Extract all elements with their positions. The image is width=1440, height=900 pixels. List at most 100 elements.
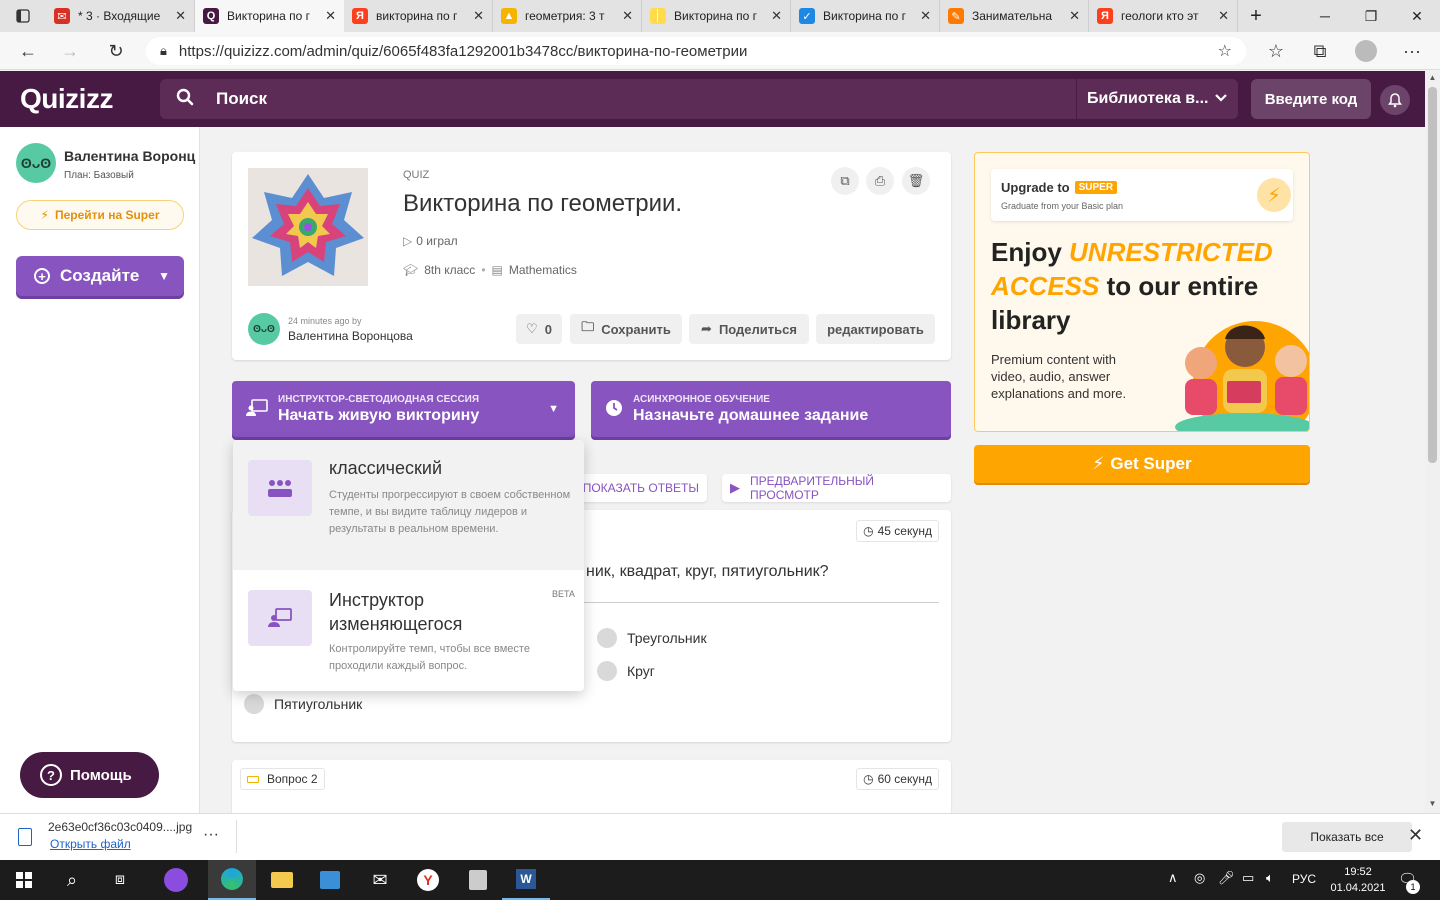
preview-label: ПРЕДВАРИТЕЛЬНЫЙ ПРОСМОТР xyxy=(750,474,874,502)
close-download-bar-icon[interactable]: ✕ xyxy=(1408,825,1423,846)
menu-dots-icon[interactable]: ··· xyxy=(1392,32,1432,70)
restore-button[interactable]: ❐ xyxy=(1348,0,1394,32)
question-timer-1[interactable]: ◷ 45 секунд xyxy=(856,520,939,542)
profile-icon[interactable] xyxy=(1346,32,1386,70)
author-avatar[interactable]: ʘᴗʘ xyxy=(248,313,280,345)
question-timer-2[interactable]: ◷ 60 секунд xyxy=(856,768,939,790)
windows-start-icon[interactable] xyxy=(0,860,48,900)
favorites-icon[interactable]: ☆ xyxy=(1256,32,1296,70)
yandex-browser-icon[interactable]: Y xyxy=(404,860,452,900)
mail-app-icon[interactable]: ✉ xyxy=(356,860,404,900)
file-explorer-icon[interactable] xyxy=(258,860,306,900)
get-super-button[interactable]: ⚡︎ Get Super xyxy=(974,445,1310,483)
tab-title: * 3 · Входящие xyxy=(78,9,161,23)
calculator-icon[interactable] xyxy=(454,860,502,900)
close-tab-icon[interactable]: ✕ xyxy=(1218,8,1229,24)
tab-actions-icon[interactable] xyxy=(0,0,46,32)
browser-tab[interactable]: ✓ Викторина по г ✕ xyxy=(791,0,940,32)
edge-browser-icon[interactable] xyxy=(208,860,256,900)
chevron-down-icon xyxy=(1214,90,1228,108)
browser-tab[interactable]: ▲ геометрия: 3 т ✕ xyxy=(493,0,642,32)
mode-instructor-paced[interactable]: Инструктор изменяющегося BETA Контролиру… xyxy=(233,570,584,691)
alice-assistant-icon[interactable] xyxy=(152,860,200,900)
close-tab-icon[interactable]: ✕ xyxy=(920,8,931,24)
taskbar-search-icon[interactable]: ⌕ xyxy=(48,860,96,900)
browser-tab[interactable]: Ягеологи кто эт ✕ xyxy=(1089,0,1238,32)
download-filename[interactable]: 2e63e0cf36c03c0409....jpg xyxy=(48,820,192,834)
tray-microphone-icon[interactable]: 🎤︎ xyxy=(1218,870,1235,886)
enter-code-button[interactable]: Введите код xyxy=(1251,79,1371,119)
preview-button[interactable]: ▶ ПРЕДВАРИТЕЛЬНЫЙ ПРОСМОТР xyxy=(722,474,951,502)
quizizz-logo[interactable]: Quizizz xyxy=(20,83,113,115)
new-tab-button[interactable]: + xyxy=(1238,0,1274,32)
show-all-downloads-button[interactable]: Показать все xyxy=(1282,822,1412,852)
close-tab-icon[interactable]: ✕ xyxy=(771,8,782,24)
word-icon[interactable]: W xyxy=(502,860,550,900)
like-button[interactable]: ♡ 0 xyxy=(516,314,562,344)
live-mode-dropdown: классический Студенты прогрессируют в св… xyxy=(233,440,584,691)
edit-button[interactable]: редактировать xyxy=(816,314,935,344)
back-button[interactable]: ← xyxy=(8,32,48,70)
mode-classic[interactable]: классический Студенты прогрессируют в св… xyxy=(233,440,584,570)
close-tab-icon[interactable]: ✕ xyxy=(473,8,484,24)
quiz-info-card: QUIZ Викторина по геометрии. ▷ 0 играл 🎓… xyxy=(232,152,951,360)
store-icon[interactable] xyxy=(306,860,354,900)
tray-volume-icon[interactable]: 🔈︎ xyxy=(1266,870,1274,886)
super-badge: SUPER xyxy=(1074,181,1118,194)
tray-display-icon[interactable]: ▭ xyxy=(1242,870,1254,886)
collections-icon[interactable]: ⧉ xyxy=(1300,32,1340,70)
assign-homework-button[interactable]: АСИНХРОННОЕ ОБУЧЕНИЕ Назначьте домашнее … xyxy=(591,381,951,437)
browser-tab[interactable]: │ Викторина по г ✕ xyxy=(642,0,791,32)
close-tab-icon[interactable]: ✕ xyxy=(175,8,186,24)
download-more-icon[interactable]: ··· xyxy=(203,826,219,844)
create-button[interactable]: + Создайте ▼ xyxy=(16,256,184,296)
tray-network-icon[interactable]: ◎ xyxy=(1194,870,1205,886)
notifications-bell-icon[interactable] xyxy=(1380,85,1410,115)
tab-title: геометрия: 3 т xyxy=(525,9,605,23)
print-button[interactable]: ⎙ xyxy=(866,167,894,195)
go-super-button[interactable]: ⚡︎ Перейти на Super xyxy=(16,200,184,230)
image-file-icon xyxy=(18,828,32,846)
library-select[interactable]: Библиотека в... xyxy=(1076,79,1238,119)
heart-icon: ♡ xyxy=(526,321,538,336)
tray-chevron-up-icon[interactable]: ∧ xyxy=(1168,870,1178,886)
browser-tab[interactable]: Явикторина по г ✕ xyxy=(344,0,493,32)
scroll-up-arrow-icon[interactable]: ▲ xyxy=(1425,71,1440,85)
task-view-icon[interactable]: ⧈ xyxy=(96,860,144,900)
close-tab-icon[interactable]: ✕ xyxy=(622,8,633,24)
duplicate-button[interactable]: ⧉ xyxy=(831,167,859,195)
author-name[interactable]: Валентина Воронцова xyxy=(288,329,413,343)
close-window-button[interactable]: ✕ xyxy=(1394,0,1440,32)
browser-tab[interactable]: ✎ Занимательна ✕ xyxy=(940,0,1089,32)
search-input[interactable]: Поиск xyxy=(216,89,267,109)
start-live-quiz-button[interactable]: ИНСТРУКТОР-СВЕТОДИОДНАЯ СЕССИЯ Начать жи… xyxy=(232,381,575,437)
page-scrollbar[interactable]: ▲ ▼ xyxy=(1425,71,1440,813)
refresh-button[interactable]: ↻ xyxy=(96,32,136,70)
delete-button[interactable]: 🗑︎ xyxy=(902,167,930,195)
tray-clock[interactable]: 19:52 01.04.2021 xyxy=(1330,864,1386,896)
option-label: Пятиугольник xyxy=(274,696,363,712)
help-button[interactable]: ? Помощь xyxy=(20,752,159,798)
minimize-button[interactable]: ─ xyxy=(1302,0,1348,32)
tray-language[interactable]: РУС xyxy=(1292,872,1316,886)
scroll-thumb[interactable] xyxy=(1428,87,1437,463)
quiz-plays-text: 0 играл xyxy=(416,234,458,248)
user-avatar[interactable]: ʘᴗʘ xyxy=(16,143,56,183)
browser-tab[interactable]: Q Викторина по г ✕ xyxy=(195,0,344,32)
favorite-star-icon[interactable]: ☆ xyxy=(1218,41,1232,61)
forward-button[interactable]: → xyxy=(50,32,90,70)
close-tab-icon[interactable]: ✕ xyxy=(1069,8,1080,24)
tray-time: 19:52 xyxy=(1344,866,1372,878)
open-file-link[interactable]: Открыть файл xyxy=(50,837,131,851)
scroll-down-arrow-icon[interactable]: ▼ xyxy=(1425,797,1440,811)
url-field[interactable]: 🔒︎ https://quizizz.com/admin/quiz/6065f4… xyxy=(146,37,1246,65)
quiz-cover-image[interactable] xyxy=(248,168,368,286)
upgrade-box[interactable]: Upgrade to SUPER Graduate from your Basi… xyxy=(991,169,1293,221)
folder-icon: 🗀︎ xyxy=(581,319,595,334)
option-label: Круг xyxy=(627,663,655,679)
print-icon: ⎙ xyxy=(874,173,886,188)
browser-tab[interactable]: ✉ * 3 · Входящие ✕ xyxy=(46,0,195,32)
close-tab-icon[interactable]: ✕ xyxy=(325,8,336,24)
share-button[interactable]: ➦ Поделиться xyxy=(689,314,809,344)
save-button[interactable]: 🗀︎ Сохранить xyxy=(570,314,682,344)
